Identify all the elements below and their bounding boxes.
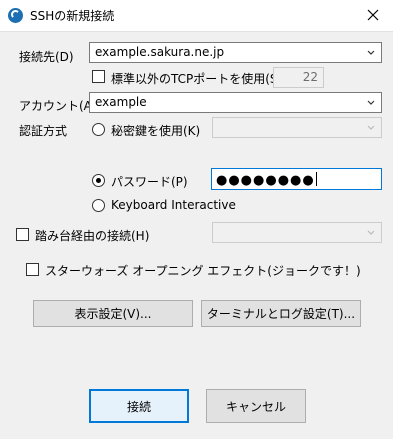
password-field[interactable]: ●●●●●●●●	[211, 168, 382, 190]
private-key-label: 秘密鍵を使用(K)	[111, 124, 201, 138]
stepping-checkbox[interactable]	[16, 228, 29, 241]
keyboard-interactive-label: Keyboard Interactive	[111, 198, 236, 212]
host-value: example.sakura.ne.jp	[95, 45, 225, 59]
auth-method-label: 認証方式	[19, 124, 68, 138]
close-icon[interactable]	[361, 3, 385, 27]
account-value: example	[95, 95, 147, 109]
host-label: 接続先(D)	[19, 50, 74, 64]
password-value: ●●●●●●●●	[216, 172, 317, 188]
teraterm-swirl-icon	[8, 8, 23, 23]
connect-button[interactable]: 接続	[89, 389, 189, 423]
display-settings-button[interactable]: 表示設定(V)...	[33, 300, 193, 327]
non-std-port-label: 標準以外のTCPポートを使用(S)	[111, 72, 283, 86]
title-bar: SSHの新規接続	[0, 0, 393, 32]
private-key-combobox[interactable]	[212, 117, 382, 138]
port-value: 22	[302, 70, 318, 84]
non-std-port-checkbox[interactable]	[92, 70, 105, 83]
starwars-checkbox[interactable]	[26, 263, 39, 276]
stepping-combobox[interactable]	[212, 222, 382, 243]
private-key-radio[interactable]	[92, 123, 105, 136]
account-combobox[interactable]: example	[89, 92, 382, 113]
password-radio[interactable]	[92, 174, 105, 187]
host-combobox[interactable]: example.sakura.ne.jp	[89, 42, 382, 63]
starwars-label: スターウォーズ オープニング エフェクト(ジョークです！)	[45, 264, 361, 278]
window-title: SSHの新規接続	[30, 9, 115, 23]
chevron-down-icon	[367, 50, 375, 55]
chevron-down-icon	[367, 100, 375, 105]
chevron-down-icon	[367, 230, 375, 235]
terminal-log-settings-button[interactable]: ターミナルとログ設定(T)...	[201, 300, 361, 327]
cancel-button[interactable]: キャンセル	[206, 389, 306, 423]
password-label: パスワード(P)	[111, 175, 188, 189]
chevron-down-icon	[367, 125, 375, 130]
account-label: アカウント(A)	[19, 99, 97, 113]
keyboard-interactive-radio[interactable]	[92, 199, 105, 212]
stepping-label: 踏み台経由の接続(H)	[35, 229, 150, 243]
port-field[interactable]: 22	[273, 67, 324, 88]
